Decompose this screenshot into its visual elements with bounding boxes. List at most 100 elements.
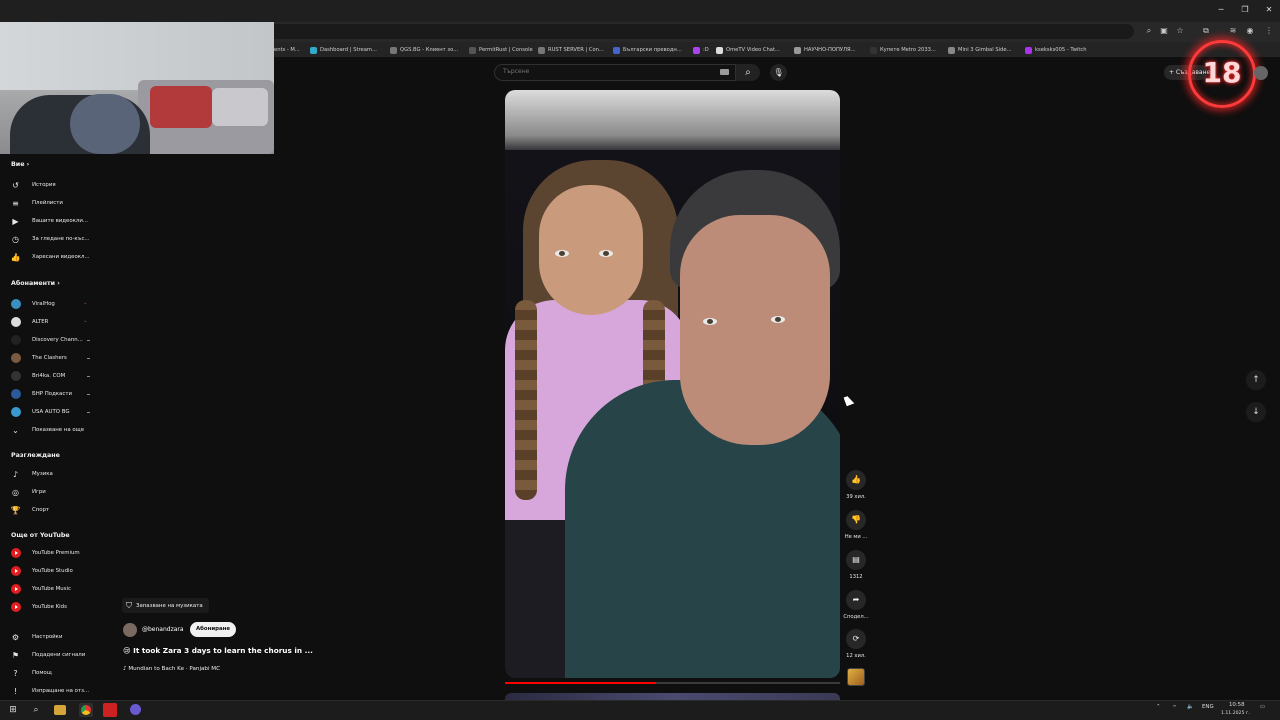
clock-time[interactable]: 10:58 bbox=[1229, 702, 1245, 708]
sidebar-subscription[interactable]: ViralHog • bbox=[0, 297, 104, 311]
sidebar-item[interactable]: YouTube Kids bbox=[0, 600, 104, 614]
sidebar-subscription[interactable]: ALTER • bbox=[0, 315, 104, 329]
sidebar-item[interactable]: 👍 Харесани видеокл... bbox=[0, 250, 104, 264]
sidebar-item[interactable]: YouTube Premium bbox=[0, 546, 104, 560]
channel-avatar[interactable] bbox=[123, 623, 137, 637]
sidebar-item[interactable]: ⚙ Настройки bbox=[0, 630, 104, 644]
sidebar-item[interactable]: ◎ Игри bbox=[0, 485, 104, 499]
windows-start-icon[interactable]: ⊞ bbox=[6, 703, 20, 717]
bookmark-favicon-icon bbox=[538, 46, 545, 54]
like-button[interactable]: 👍 bbox=[846, 470, 866, 490]
sidebar-item-label: Игри bbox=[32, 489, 46, 495]
network-icon[interactable]: ⌔ bbox=[1172, 704, 1177, 711]
search-box[interactable] bbox=[494, 64, 736, 81]
comments-button[interactable]: ▤ bbox=[846, 550, 866, 570]
live-indicator: • bbox=[84, 301, 87, 306]
sports-icon: 🏆 bbox=[10, 505, 21, 515]
chrome-icon[interactable] bbox=[79, 703, 93, 717]
taskbar-search-icon[interactable]: ⌕ bbox=[29, 703, 43, 717]
avatar[interactable] bbox=[1254, 66, 1268, 80]
bookmark-item[interactable]: Mini 3 Gimbal Side... bbox=[948, 45, 1012, 55]
show-more-button[interactable]: ⌄ Показване на още bbox=[0, 423, 104, 437]
sidebar-item[interactable]: ♪ Музика bbox=[0, 467, 104, 481]
sidebar-subscription[interactable]: Discovery Chann... bbox=[0, 333, 104, 347]
channel-avatar bbox=[11, 389, 21, 399]
bookmark-item[interactable]: Купете Metro 2033... bbox=[870, 45, 936, 55]
sidebar-section-title[interactable]: Абонаменти › bbox=[11, 280, 60, 287]
clock-date[interactable]: 1.11.2025 г. bbox=[1221, 711, 1250, 716]
sidebar-item[interactable]: 🏆 Спорт bbox=[0, 503, 104, 517]
sidebar-item-label: Плейлисти bbox=[32, 200, 63, 206]
sidebar-item[interactable]: ↺ История bbox=[0, 178, 104, 192]
save-music-button[interactable]: ⛉ Запазване на музиката bbox=[122, 598, 209, 613]
zoom-icon[interactable]: ⌕ bbox=[1143, 25, 1155, 37]
share-button[interactable]: ➦ bbox=[846, 590, 866, 610]
dislike-button[interactable]: 👎 bbox=[846, 510, 866, 530]
bookmark-item[interactable]: OmeTV Video Chat... bbox=[716, 45, 780, 55]
bookmark-item[interactable]: Български преводн... bbox=[613, 45, 682, 55]
sidebar-section-title: Разглеждане bbox=[11, 452, 60, 459]
language-indicator[interactable]: ENG bbox=[1202, 704, 1214, 710]
sidebar-section-title[interactable]: Вие › bbox=[11, 161, 29, 168]
url-field[interactable] bbox=[274, 24, 1134, 39]
sidebar-subscription[interactable]: Bri4ka. COM bbox=[0, 369, 104, 383]
bookmark-item[interactable]: PermitRust | Console bbox=[469, 45, 533, 55]
sidebar-item[interactable]: YouTube Studio bbox=[0, 564, 104, 578]
channel-name[interactable]: @benandzara bbox=[142, 626, 184, 633]
sidebar-item[interactable]: ≡ Плейлисти bbox=[0, 196, 104, 210]
file-explorer-icon[interactable] bbox=[54, 705, 66, 715]
close-icon[interactable]: ✕ bbox=[1258, 3, 1280, 17]
channel-avatar bbox=[11, 371, 21, 381]
remix-icon: ⟳ bbox=[852, 634, 860, 643]
next-short-preview[interactable] bbox=[505, 693, 840, 700]
cast-icon[interactable]: ▣ bbox=[1158, 25, 1170, 37]
previous-short-button[interactable]: ↑ bbox=[1246, 370, 1266, 390]
subscribe-button[interactable]: Абониране bbox=[190, 622, 236, 637]
new-content-indicator bbox=[87, 394, 90, 395]
extensions-icon[interactable]: ⧉ bbox=[1200, 25, 1212, 37]
search-button[interactable]: ⌕ bbox=[736, 64, 760, 81]
volume-icon[interactable]: 🔈 bbox=[1187, 704, 1194, 710]
bookmark-item[interactable]: :D bbox=[693, 45, 709, 55]
music-thumbnail[interactable] bbox=[847, 668, 865, 686]
remix-button[interactable]: ⟳ bbox=[846, 629, 866, 649]
notifications-icon[interactable]: ▭ bbox=[1260, 704, 1265, 710]
streaming-app-icon[interactable] bbox=[103, 703, 117, 717]
minimize-icon[interactable]: ─ bbox=[1210, 3, 1232, 17]
obs-icon[interactable] bbox=[128, 703, 142, 717]
profile-icon[interactable]: ◉ bbox=[1244, 25, 1256, 37]
sidebar-item-label: YouTube Premium bbox=[32, 550, 80, 556]
voice-search-button[interactable]: 🎙 bbox=[770, 64, 787, 81]
new-content-indicator bbox=[87, 358, 90, 359]
sidebar-item[interactable]: ? Помощ bbox=[0, 666, 104, 680]
sidebar-item[interactable]: ⚑ Подадени сигнали bbox=[0, 648, 104, 662]
sidebar-item[interactable]: ▶ Вашите видеокли... bbox=[0, 214, 104, 228]
sidebar-item[interactable]: ◷ За гледане по-къс... bbox=[0, 232, 104, 246]
media-icon[interactable]: ≋ bbox=[1227, 25, 1239, 37]
bookmark-item[interactable]: QGS.BG - Клиент зо... bbox=[390, 45, 458, 55]
arrow-up-icon: ↑ bbox=[1252, 375, 1260, 385]
sidebar-item[interactable]: YouTube Music bbox=[0, 582, 104, 596]
sidebar-item[interactable]: ! Изпращане на отз... bbox=[0, 684, 104, 698]
sidebar-subscription[interactable]: БНР Подкасти bbox=[0, 387, 104, 401]
tray-chevron-icon[interactable]: ⌃ bbox=[1156, 704, 1161, 710]
bookmark-item[interactable]: ents - M... bbox=[274, 45, 300, 55]
sidebar-subscription[interactable]: The Clashers bbox=[0, 351, 104, 365]
short-title[interactable]: 😢 It took Zara 3 days to learn the choru… bbox=[123, 646, 313, 655]
song-link[interactable]: ♪ Mundian to Bach Ke · Panjabi MC bbox=[123, 666, 220, 672]
bookmark-item[interactable]: Dashboard | Stream... bbox=[310, 45, 377, 55]
bookmark-star-icon[interactable]: ☆ bbox=[1174, 25, 1186, 37]
video-progress-bar[interactable] bbox=[505, 682, 840, 684]
bookmark-item[interactable]: RUST SERVER | Con... bbox=[538, 45, 604, 55]
search-input[interactable] bbox=[503, 68, 703, 75]
sidebar-subscription[interactable]: USA AUTO BG bbox=[0, 405, 104, 419]
bookmark-item[interactable]: kseksks005 - Twitch bbox=[1025, 45, 1087, 55]
keyboard-icon[interactable] bbox=[720, 69, 729, 75]
next-short-button[interactable]: ↓ bbox=[1246, 402, 1266, 422]
short-video-player[interactable] bbox=[505, 90, 840, 678]
maximize-icon[interactable]: ❐ bbox=[1234, 3, 1256, 17]
bookmark-favicon-icon bbox=[390, 46, 397, 54]
watch-later-icon: ◷ bbox=[12, 234, 19, 244]
bookmark-item[interactable]: НАУЧНО-ПОПУЛЯ... bbox=[794, 45, 856, 55]
menu-icon[interactable]: ⋮ bbox=[1263, 25, 1275, 37]
